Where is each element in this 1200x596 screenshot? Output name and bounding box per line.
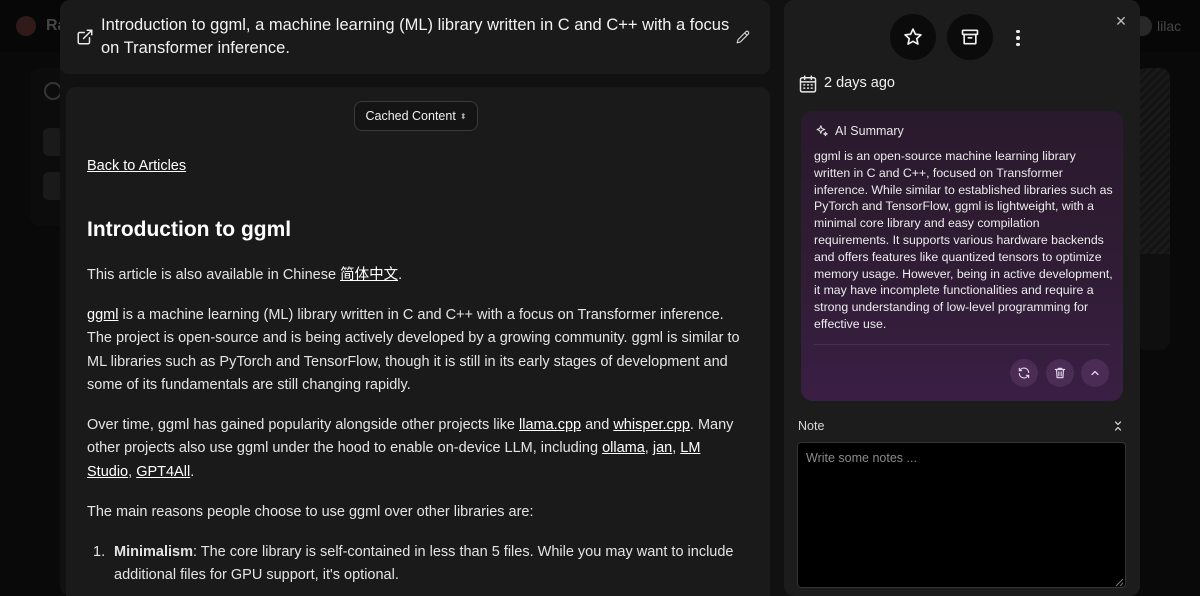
details-panel: ✕ 2 days ago AI Summary ggml is an open-… xyxy=(784,0,1140,596)
paragraph-3: Over time, ggml has gained popularity al… xyxy=(87,417,734,480)
article-heading: Introduction to ggml xyxy=(87,218,292,241)
saved-date: 2 days ago xyxy=(824,75,895,91)
content-mode-select[interactable]: Cached Content ⬍ xyxy=(354,101,478,131)
chinese-link[interactable]: 简体中文 xyxy=(340,267,398,283)
close-icon[interactable]: ✕ xyxy=(1114,14,1128,28)
ai-summary-card: AI Summary ggml is an open-source machin… xyxy=(801,111,1123,401)
llama-cpp-link[interactable]: llama.cpp xyxy=(519,417,581,433)
star-icon xyxy=(904,28,922,45)
paragraph-1: This article is also available in Chines… xyxy=(87,267,403,283)
ggml-link[interactable]: ggml xyxy=(87,307,118,323)
trash-icon xyxy=(1054,367,1066,379)
article-title: Introduction to ggml, a machine learning… xyxy=(101,16,730,57)
regenerate-summary-button[interactable] xyxy=(1010,359,1038,387)
delete-summary-button[interactable] xyxy=(1046,359,1074,387)
content-mode-label: Cached Content xyxy=(365,109,456,123)
ai-summary-title: AI Summary xyxy=(835,124,904,138)
collapse-summary-button[interactable] xyxy=(1081,359,1109,387)
title-bar: Introduction to ggml, a machine learning… xyxy=(60,0,770,74)
list-number: 1. xyxy=(93,544,106,560)
article-modal: Introduction to ggml, a machine learning… xyxy=(60,0,1140,596)
divider xyxy=(814,344,1110,345)
note-label: Note xyxy=(798,419,825,433)
calendar-icon xyxy=(799,75,817,93)
note-textarea[interactable] xyxy=(797,442,1126,588)
ollama-link[interactable]: ollama xyxy=(602,440,645,456)
ai-summary-header: AI Summary xyxy=(815,124,904,138)
sparkles-icon xyxy=(816,125,828,137)
edit-pencil-icon[interactable] xyxy=(736,30,750,44)
more-options-icon[interactable] xyxy=(1006,26,1030,50)
archive-icon xyxy=(961,29,979,45)
article-content: Cached Content ⬍ Back to Articles Introd… xyxy=(66,87,770,596)
list-text: Minimalism: The core library is self-con… xyxy=(114,544,734,584)
collapse-icon[interactable] xyxy=(1112,419,1124,433)
paragraph-2: ggml is a machine learning (ML) library … xyxy=(87,307,740,393)
refresh-icon xyxy=(1018,367,1030,379)
jan-link[interactable]: jan xyxy=(653,440,672,456)
resize-handle-icon[interactable] xyxy=(1114,577,1124,587)
chevron-up-icon xyxy=(1091,370,1099,376)
gpt4all-link[interactable]: GPT4All xyxy=(136,464,190,480)
favorite-button[interactable] xyxy=(890,14,936,60)
chevron-up-down-icon: ⬍ xyxy=(459,111,467,121)
paragraph-4: The main reasons people choose to use gg… xyxy=(87,504,534,520)
back-to-articles-link[interactable]: Back to Articles xyxy=(87,155,186,178)
archive-button[interactable] xyxy=(947,14,993,60)
ai-summary-text: ggml is an open-source machine learning … xyxy=(814,149,1113,331)
external-link-icon[interactable] xyxy=(76,28,94,46)
whisper-cpp-link[interactable]: whisper.cpp xyxy=(613,417,690,433)
